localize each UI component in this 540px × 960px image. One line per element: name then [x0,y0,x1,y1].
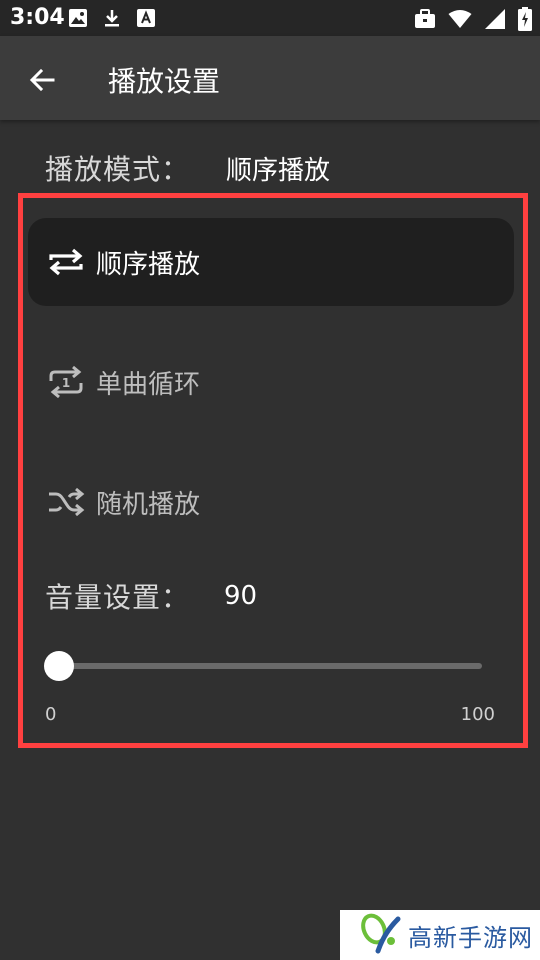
arrow-left-icon [28,66,56,98]
watermark-logo-icon [358,911,402,959]
image-icon [68,8,88,32]
volume-row: 音量设置： 90 [45,576,257,616]
briefcase-icon [414,9,436,33]
option-shuffle[interactable]: 随机播放 [28,458,514,546]
volume-slider[interactable] [44,648,488,684]
app-bar: 播放设置 [0,36,540,120]
status-bar: 3:04 [0,0,540,36]
battery-icon [518,7,532,35]
repeat-icon [46,242,86,282]
a-box-icon [136,8,156,32]
option-sequential[interactable]: 顺序播放 [28,218,514,306]
option-label: 随机播放 [96,489,201,520]
repeat-one-icon: 1 [46,362,86,402]
svg-text:1: 1 [62,376,70,390]
signal-icon [484,8,506,34]
option-repeat-one[interactable]: 1 单曲循环 [28,338,514,426]
option-label: 顺序播放 [96,249,201,280]
play-mode-row: 播放模式： 顺序播放 [45,148,330,188]
shuffle-icon [46,482,86,522]
volume-label: 音量设置： [45,581,191,614]
back-button[interactable] [20,60,64,104]
watermark: 高新手游网 [340,910,540,960]
slider-thumb[interactable] [44,651,74,681]
watermark-text: 高新手游网 [408,923,533,952]
slider-max-label: 100 [460,704,495,725]
slider-min-label: 0 [45,704,57,725]
status-time: 3:04 [10,5,65,30]
status-left-icons [68,8,156,32]
volume-value: 90 [224,581,258,611]
download-icon [102,8,122,32]
play-mode-label: 播放模式： [45,153,191,186]
option-label: 单曲循环 [96,369,201,400]
wifi-icon [448,9,472,33]
slider-track [58,663,482,669]
status-right-icons [414,7,532,35]
play-mode-value: 顺序播放 [226,155,331,186]
page-title: 播放设置 [108,65,221,98]
